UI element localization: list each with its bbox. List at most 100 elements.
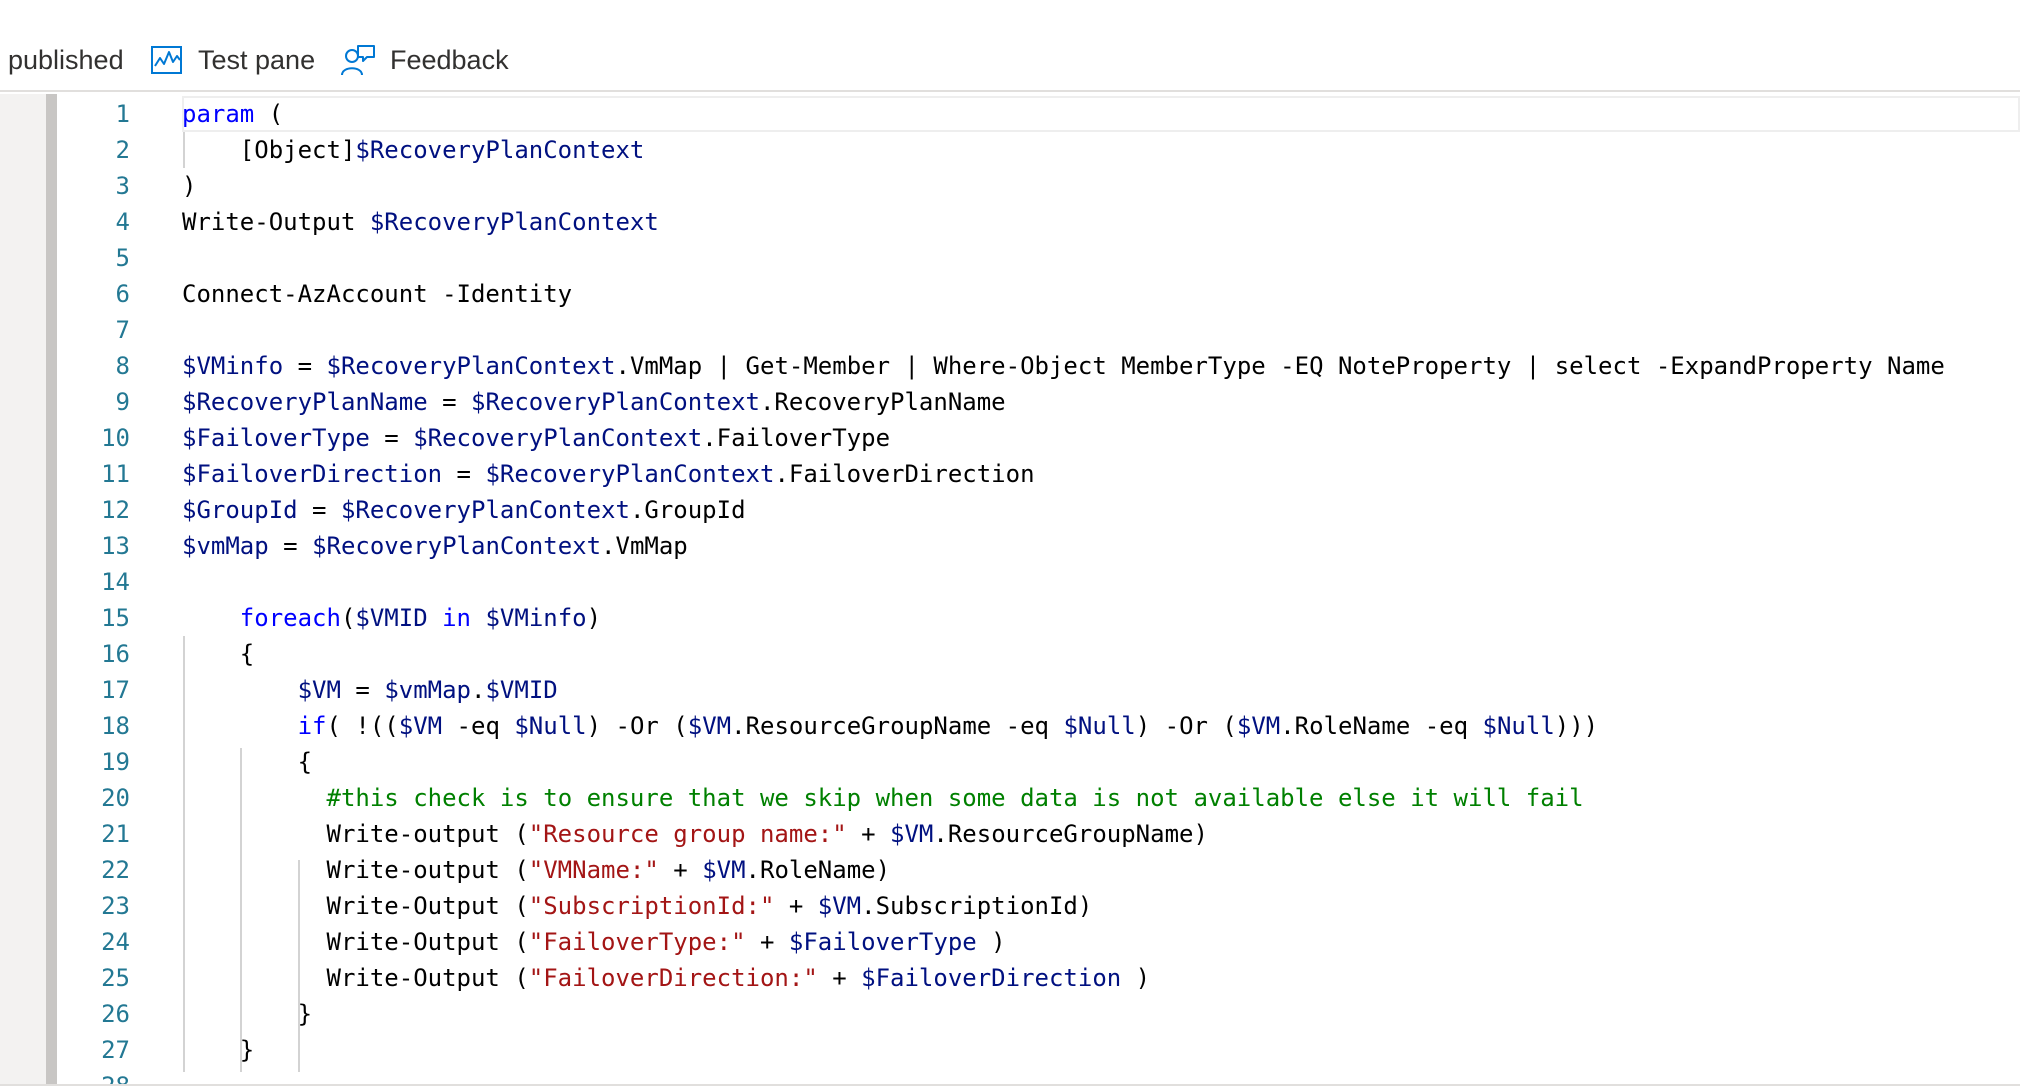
- code-text: param (: [182, 96, 283, 132]
- line-number: 7: [115, 316, 130, 344]
- code-token: $VM: [1236, 712, 1281, 740]
- code-editor[interactable]: 1 param (2 [Object]$RecoveryPlanContext 3)…: [0, 94, 2020, 1086]
- line-number: 5: [115, 244, 130, 272]
- code-token: Write-Output (: [182, 892, 529, 920]
- code-line[interactable]: 9 $RecoveryPlanName = $RecoveryPlanContex…: [0, 384, 2020, 420]
- code-line[interactable]: 15 foreach($VMID in $VMinfo): [0, 600, 2020, 636]
- code-token: ): [586, 604, 602, 632]
- code-line[interactable]: 7: [0, 312, 2020, 348]
- test-pane-button[interactable]: Test pane: [150, 36, 315, 84]
- code-line[interactable]: 26 }: [0, 996, 2020, 1032]
- code-token: .FailoverDirection: [774, 460, 1035, 488]
- person-feedback-icon: [341, 45, 375, 76]
- code-line[interactable]: 5: [0, 240, 2020, 276]
- line-number: 3: [115, 172, 130, 200]
- code-token: $RecoveryPlanContext: [340, 496, 630, 524]
- code-token: }: [182, 1000, 313, 1028]
- code-line[interactable]: 19 {: [0, 744, 2020, 780]
- code-token: $vmMap: [384, 676, 472, 704]
- line-number: 23: [101, 892, 130, 920]
- test-pane-label: Test pane: [198, 44, 316, 75]
- code-line[interactable]: 10 $FailoverType = $RecoveryPlanContext.F…: [0, 420, 2020, 456]
- code-token: ) -Or (: [1135, 712, 1237, 740]
- code-token: "VMName:": [528, 856, 659, 884]
- code-text: if( !(($VM -eq $Null) -Or ($VM.ResourceG…: [182, 708, 1599, 744]
- code-token: Write-output (: [182, 856, 529, 884]
- code-line[interactable]: 1 param (: [0, 96, 2020, 132]
- line-number: 1: [115, 100, 130, 128]
- code-line[interactable]: 14: [0, 564, 2020, 600]
- code-token: .FailoverType: [702, 424, 891, 452]
- code-token: =: [283, 352, 327, 380]
- code-token: $VMinfo: [485, 604, 587, 632]
- code-line[interactable]: 4 Write-Output $RecoveryPlanContext: [0, 204, 2020, 240]
- code-token: "FailoverType:": [528, 928, 746, 956]
- code-line[interactable]: 13 $vmMap = $RecoveryPlanContext.VmMap: [0, 528, 2020, 564]
- line-number: 25: [101, 964, 130, 992]
- code-token: Write-output (: [182, 820, 529, 848]
- code-token: $FailoverType: [182, 424, 370, 452]
- code-token: ) -Or (: [586, 712, 688, 740]
- code-token: =: [369, 424, 414, 452]
- code-token: $RecoveryPlanName: [182, 388, 428, 416]
- code-text: Connect-AzAccount -Identity: [182, 276, 572, 312]
- code-text: {: [182, 744, 312, 780]
- code-line[interactable]: 11 $FailoverDirection = $RecoveryPlanCont…: [0, 456, 2020, 492]
- line-number: 26: [101, 1000, 130, 1028]
- code-line[interactable]: 12 $GroupId = $RecoveryPlanContext.GroupI…: [0, 492, 2020, 528]
- code-token: foreach: [239, 604, 341, 632]
- code-line[interactable]: 8 $VMinfo = $RecoveryPlanContext.VmMap | …: [0, 348, 2020, 384]
- code-token: +: [774, 892, 818, 920]
- code-token: $RecoveryPlanContext: [471, 388, 760, 416]
- code-line[interactable]: 23 Write-Output ("SubscriptionId:" + $VM…: [0, 888, 2020, 924]
- code-token: $RecoveryPlanContext: [326, 352, 616, 380]
- code-token: .RecoveryPlanName: [759, 388, 1006, 416]
- line-number: 19: [101, 748, 130, 776]
- code-text: }: [182, 1032, 254, 1068]
- code-token: .ResourceGroupName): [933, 820, 1208, 848]
- code-token: $RecoveryPlanContext: [413, 424, 703, 452]
- code-text: $FailoverType = $RecoveryPlanContext.Fai…: [182, 420, 890, 456]
- code-token: in: [442, 604, 472, 632]
- line-number: 10: [101, 424, 130, 452]
- code-token: $VM: [398, 712, 443, 740]
- line-number: 11: [101, 460, 130, 488]
- code-token: $VMID: [485, 676, 558, 704]
- code-line[interactable]: 3): [0, 168, 2020, 204]
- code-text: Write-Output ("FailoverDirection:" + $Fa…: [182, 960, 1150, 996]
- code-line[interactable]: 22 Write-output ("VMName:" + $VM.RoleNam…: [0, 852, 2020, 888]
- line-number: 2: [115, 136, 130, 164]
- code-line[interactable]: 20 #this check is to ensure that we skip…: [0, 780, 2020, 816]
- code-line[interactable]: 17 $VM = $vmMap.$VMID: [0, 672, 2020, 708]
- toolbar: published Test pane Feedback: [0, 0, 2020, 92]
- code-token: $FailoverDirection: [861, 964, 1122, 992]
- code-token: $RecoveryPlanContext: [312, 532, 602, 560]
- code-line[interactable]: 2 [Object]$RecoveryPlanContext: [0, 132, 2020, 168]
- code-token: ( !((: [326, 712, 399, 740]
- code-token: #this check is to ensure that we skip wh…: [326, 784, 1584, 812]
- code-text: $VMinfo = $RecoveryPlanContext.VmMap | G…: [182, 348, 1945, 384]
- code-token: +: [846, 820, 891, 848]
- code-line[interactable]: 21 Write-output ("Resource group name:" …: [0, 816, 2020, 852]
- code-token: Write-Output (: [182, 964, 529, 992]
- chart-line-icon: [151, 46, 182, 74]
- code-token: .ResourceGroupName -eq: [731, 712, 1064, 740]
- code-token: "FailoverDirection:": [528, 964, 818, 992]
- code-line[interactable]: 24 Write-Output ("FailoverType:" + $Fail…: [0, 924, 2020, 960]
- code-token: $RecoveryPlanContext: [369, 208, 659, 236]
- line-number: 12: [101, 496, 130, 524]
- code-token: .GroupId: [629, 496, 746, 524]
- code-line[interactable]: 25 Write-Output ("FailoverDirection:" + …: [0, 960, 2020, 996]
- code-token: $VM: [687, 712, 732, 740]
- code-line[interactable]: 18 if( !(($VM -eq $Null) -Or ($VM.Resour…: [0, 708, 2020, 744]
- code-line[interactable]: 27 }: [0, 1032, 2020, 1068]
- code-line[interactable]: 16 {: [0, 636, 2020, 672]
- code-line[interactable]: 6 Connect-AzAccount -Identity: [0, 276, 2020, 312]
- code-token: +: [817, 964, 862, 992]
- line-number: 6: [115, 280, 130, 308]
- code-text: {: [182, 636, 254, 672]
- code-token: =: [442, 460, 486, 488]
- code-token: =: [268, 532, 313, 560]
- feedback-button[interactable]: Feedback: [340, 36, 509, 84]
